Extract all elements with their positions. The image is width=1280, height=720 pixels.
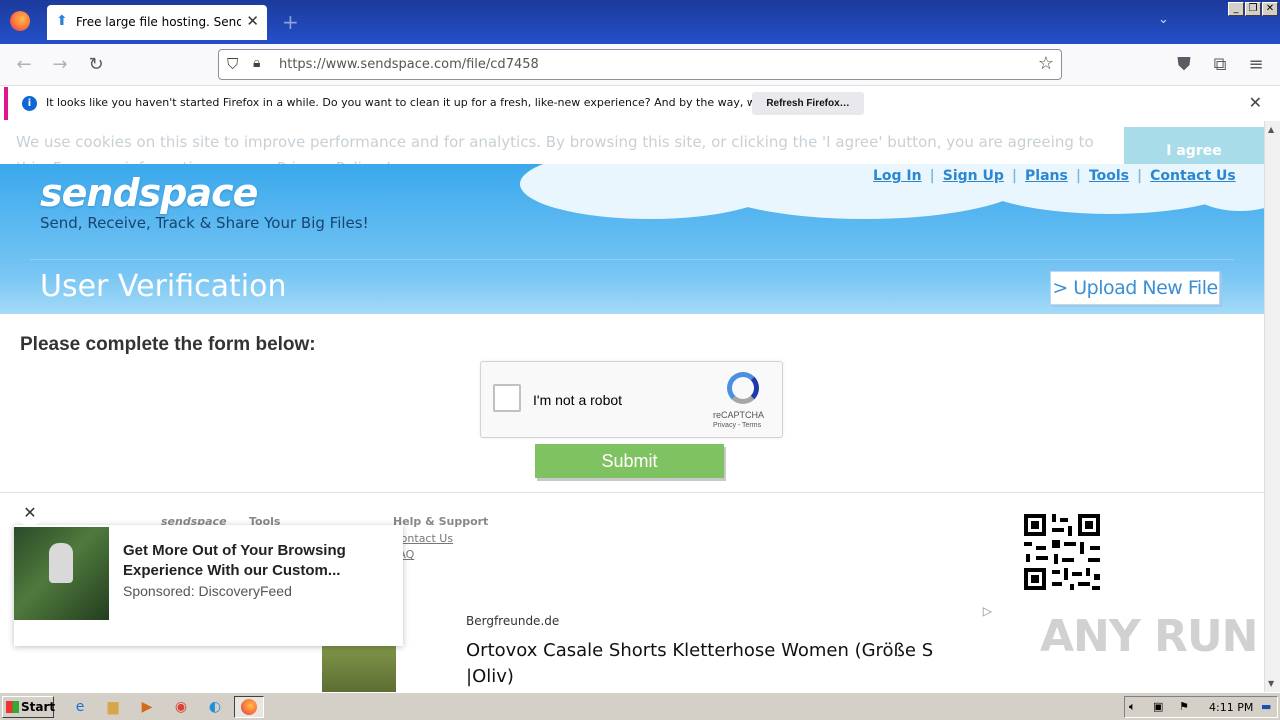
login-link[interactable]: Log In bbox=[873, 168, 922, 184]
speaker-icon[interactable]: 🔈︎ bbox=[1129, 700, 1136, 714]
arrow-right-icon[interactable]: → bbox=[48, 54, 72, 75]
restore-icon[interactable]: ❐ bbox=[1245, 2, 1261, 16]
qr-code bbox=[1012, 502, 1112, 602]
page-title: User Verification bbox=[40, 269, 287, 304]
tagline: Send, Receive, Track & Share Your Big Fi… bbox=[40, 214, 369, 232]
minimize-icon[interactable]: _ bbox=[1228, 2, 1244, 16]
anyrun-watermark: ANY RUN bbox=[1040, 611, 1258, 662]
start-label: Start bbox=[21, 700, 56, 714]
footer-col-help: Help & Support bbox=[393, 515, 489, 528]
flag-icon[interactable]: ⚑ bbox=[1179, 700, 1189, 713]
upload-new-file-button[interactable]: > Upload New File bbox=[1050, 271, 1220, 305]
navigation-toolbar: ← → ↻ ⛉ 🔒︎ https://www.sendspace.com/fil… bbox=[0, 44, 1280, 86]
network-icon[interactable]: ▣ bbox=[1153, 700, 1163, 713]
start-button[interactable]: Start bbox=[2, 696, 56, 718]
pocket-icon[interactable]: ⛊ bbox=[1172, 54, 1196, 75]
arrow-left-icon[interactable]: ← bbox=[12, 54, 36, 75]
agree-button[interactable]: I agree bbox=[1124, 127, 1264, 164]
system-tray: 🔈︎ ▣ ⚑ 4:11 PM ▬ bbox=[1124, 696, 1278, 718]
address-bar[interactable]: ⛉ 🔒︎ https://www.sendspace.com/file/cd74… bbox=[218, 49, 1062, 80]
folder-icon[interactable]: ▆ bbox=[103, 697, 123, 717]
submit-button[interactable]: Submit bbox=[535, 444, 724, 478]
window-titlebar: ⬆ Free large file hosting. Send big file… bbox=[0, 0, 1280, 44]
captcha-checkbox[interactable] bbox=[493, 384, 521, 412]
ad-image bbox=[14, 527, 109, 620]
edge-icon[interactable]: ◐ bbox=[205, 697, 225, 717]
firefox-icon bbox=[241, 699, 257, 715]
refresh-firefox-button[interactable]: Refresh Firefox… bbox=[752, 92, 864, 115]
clock: 4:11 PM bbox=[1209, 701, 1254, 714]
tools-link[interactable]: Tools bbox=[1089, 168, 1129, 184]
recaptcha-links[interactable]: Privacy - Terms bbox=[713, 422, 761, 429]
header-divider bbox=[30, 259, 1234, 260]
recaptcha-widget: I'm not a robot reCAPTCHA Privacy - Term… bbox=[480, 361, 783, 438]
plans-link[interactable]: Plans bbox=[1025, 168, 1068, 184]
lock-icon[interactable]: 🔒︎ bbox=[253, 55, 260, 71]
ad-source: Bergfreunde.de bbox=[466, 614, 560, 628]
notification-bar: i It looks like you haven't started Fire… bbox=[4, 87, 1276, 120]
url-text[interactable]: https://www.sendspace.com/file/cd7458 bbox=[279, 57, 539, 72]
close-window-icon[interactable]: ✕ bbox=[1262, 2, 1278, 16]
close-ad-icon[interactable]: ✕ bbox=[17, 500, 43, 526]
chrome-icon[interactable]: ◉ bbox=[171, 697, 191, 717]
cookie-text: We use cookies on this site to improve p… bbox=[16, 133, 1094, 164]
shield-icon[interactable]: ⛉ bbox=[227, 55, 238, 73]
footer-divider bbox=[0, 492, 1264, 493]
close-tab-icon[interactable]: ✕ bbox=[246, 12, 259, 30]
upload-arrow-icon: ⬆ bbox=[56, 13, 68, 29]
windows-flag-icon bbox=[6, 701, 19, 713]
taskbar: Start e ▆ ▶ ◉ ◐ 🔈︎ ▣ ⚑ 4:11 PM ▬ bbox=[0, 692, 1280, 720]
ie-icon[interactable]: e bbox=[70, 697, 90, 717]
info-icon: i bbox=[22, 96, 37, 111]
ad-sponsor: Sponsored: DiscoveryFeed bbox=[123, 583, 292, 599]
hamburger-icon[interactable]: ≡ bbox=[1244, 54, 1268, 75]
scroll-up-icon[interactable]: ▲ bbox=[1268, 125, 1274, 134]
taskbar-firefox[interactable] bbox=[234, 696, 264, 718]
browser-tab[interactable]: ⬆ Free large file hosting. Send big file… bbox=[47, 5, 267, 40]
sendspace-logo[interactable]: sendspace bbox=[40, 171, 258, 215]
contact-link[interactable]: Contact Us bbox=[1150, 168, 1236, 184]
firefox-icon[interactable] bbox=[10, 11, 30, 31]
adchoices-icon[interactable]: ▷ bbox=[983, 604, 992, 618]
recaptcha-icon bbox=[727, 372, 759, 404]
chevron-down-icon[interactable]: ⌄ bbox=[1158, 12, 1169, 27]
tab-title: Free large file hosting. Send big file bbox=[76, 15, 241, 29]
recaptcha-brand: reCAPTCHA bbox=[713, 410, 765, 420]
sponsored-ad-card[interactable]: Get More Out of Your Browsing Experience… bbox=[14, 525, 403, 646]
new-tab-icon[interactable]: + bbox=[282, 10, 299, 34]
top-links: Log In | Sign Up | Plans | Tools | Contact Us bbox=[873, 168, 1236, 184]
media-player-icon[interactable]: ▶ bbox=[137, 697, 157, 717]
show-desktop-icon[interactable]: ▬ bbox=[1261, 700, 1271, 713]
puzzle-icon[interactable]: ⧉ bbox=[1208, 54, 1232, 75]
captcha-label: I'm not a robot bbox=[533, 392, 623, 408]
cookie-banner: We use cookies on this site to improve p… bbox=[0, 121, 1264, 164]
ad-headline[interactable]: Get More Out of Your Browsing Experience… bbox=[123, 541, 383, 581]
form-heading: Please complete the form below: bbox=[20, 334, 316, 355]
ad-title[interactable]: Ortovox Casale Shorts Kletterhose Women … bbox=[466, 638, 966, 690]
star-icon[interactable]: ☆ bbox=[1038, 53, 1054, 74]
web-page: We use cookies on this site to improve p… bbox=[0, 121, 1264, 692]
notification-message: It looks like you haven't started Firefo… bbox=[46, 96, 830, 109]
signup-link[interactable]: Sign Up bbox=[943, 168, 1004, 184]
scroll-down-icon[interactable]: ▼ bbox=[1268, 679, 1274, 688]
page-scrollbar[interactable]: ▲ ▼ bbox=[1264, 121, 1280, 692]
close-icon[interactable]: ✕ bbox=[1249, 93, 1262, 112]
reload-icon[interactable]: ↻ bbox=[84, 54, 108, 75]
